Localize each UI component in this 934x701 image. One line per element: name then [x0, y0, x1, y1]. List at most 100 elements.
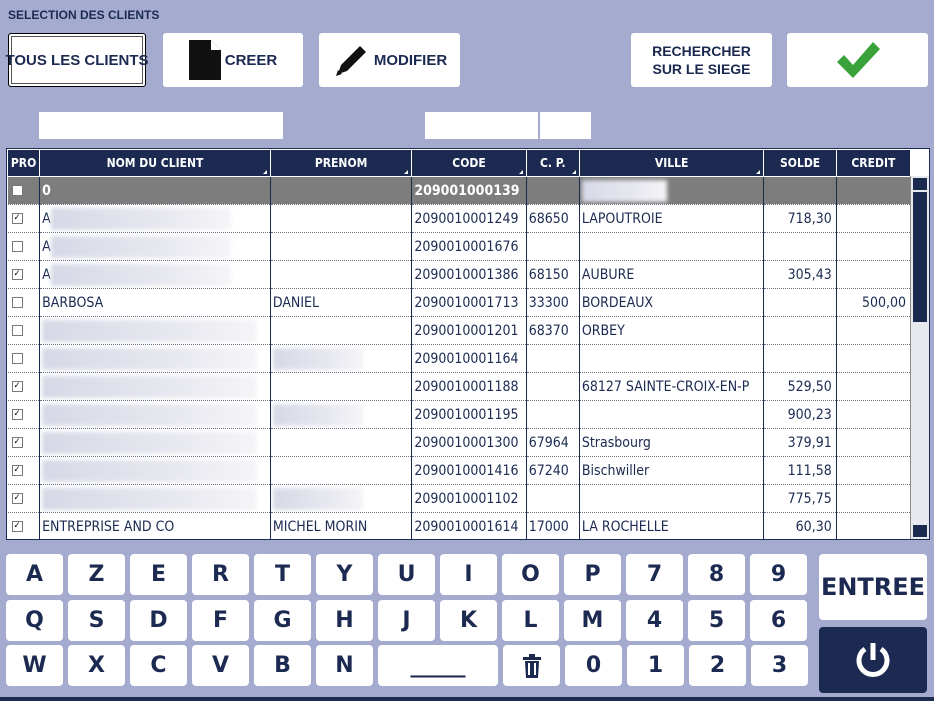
table-row[interactable]: ✓ A 2090010001249 68650 LAPOUTROIE 718,30: [7, 204, 912, 233]
code-filter-input[interactable]: [425, 112, 538, 139]
key-k[interactable]: K: [440, 600, 497, 641]
key-9[interactable]: 9: [750, 554, 807, 595]
row-checkbox[interactable]: ✓: [11, 213, 23, 224]
key-4[interactable]: 4: [626, 600, 683, 641]
row-checkbox[interactable]: ✓: [11, 381, 23, 392]
table-row[interactable]: ✓ 2090010001300 67964 Strasbourg 379,91: [7, 428, 912, 457]
row-checkbox[interactable]: [11, 325, 23, 336]
key-r[interactable]: R: [192, 554, 249, 595]
key-j[interactable]: J: [378, 600, 435, 641]
key-2[interactable]: 2: [689, 645, 746, 686]
row-checkbox[interactable]: [11, 185, 23, 196]
enter-key[interactable]: ENTREE: [819, 554, 927, 620]
cell-credit: [836, 316, 912, 345]
key-c[interactable]: C: [130, 645, 187, 686]
col-credit[interactable]: CREDIT: [835, 149, 912, 177]
row-checkbox[interactable]: [11, 297, 23, 308]
key-b[interactable]: B: [254, 645, 311, 686]
key-g[interactable]: G: [254, 600, 311, 641]
cell-ville: [579, 232, 765, 261]
clients-table[interactable]: PRO NOM DU CLIENT PRENOM CODE C. P. VILL…: [6, 148, 930, 540]
table-row[interactable]: ✓ 2090010001188 68127 SAINTE-CROIX-EN-P 529…: [7, 372, 912, 401]
row-checkbox[interactable]: ✓: [11, 493, 23, 504]
scroll-up-arrow[interactable]: [913, 178, 927, 190]
key-a[interactable]: A: [6, 554, 63, 595]
modify-button[interactable]: MODIFIER: [319, 33, 460, 87]
row-checkbox[interactable]: [11, 353, 23, 364]
cell-prenom: [270, 316, 413, 345]
redacted-text: [272, 347, 363, 370]
scroll-down-arrow[interactable]: [913, 525, 927, 537]
table-row[interactable]: ✓ A 2090010001386 68150 AUBURE 305,43: [7, 260, 912, 289]
validate-button[interactable]: [787, 33, 928, 87]
key-m[interactable]: M: [564, 600, 621, 641]
redacted-text: [50, 263, 231, 286]
table-row[interactable]: BARBOSA DANIEL 2090010001713 33300 BORDEAUX 5…: [7, 288, 912, 317]
table-row[interactable]: 0 209001000139: [7, 176, 912, 205]
table-row[interactable]: ✓ 2090010001102 775,75: [7, 484, 912, 513]
space-key[interactable]: _____: [378, 645, 498, 686]
table-row[interactable]: 2090010001164: [7, 344, 912, 373]
all-clients-button[interactable]: TOUS LES CLIENTS: [5, 33, 149, 87]
row-checkbox[interactable]: ✓: [11, 269, 23, 280]
col-solde[interactable]: SOLDE: [763, 149, 837, 177]
cell-cp: [526, 400, 580, 429]
key-d[interactable]: D: [130, 600, 187, 641]
cell-pro: ✓: [7, 204, 41, 233]
col-code[interactable]: CODE: [411, 149, 527, 177]
cell-ville: [579, 484, 765, 513]
row-checkbox[interactable]: ✓: [11, 409, 23, 420]
key-5[interactable]: 5: [688, 600, 745, 641]
table-row[interactable]: ✓ 2090010001416 67240 Bischwiller 111,58: [7, 456, 912, 485]
key-3[interactable]: 3: [751, 645, 808, 686]
key-u[interactable]: U: [378, 554, 435, 595]
key-i[interactable]: I: [440, 554, 497, 595]
col-nom[interactable]: NOM DU CLIENT: [39, 149, 271, 177]
search-siege-button[interactable]: RECHERCHER SUR LE SIEGE: [631, 33, 772, 87]
key-o[interactable]: O: [502, 554, 559, 595]
power-button[interactable]: [819, 627, 927, 693]
key-6[interactable]: 6: [750, 600, 807, 641]
cell-cp: 17000: [526, 512, 580, 539]
cp-filter-input[interactable]: [540, 112, 591, 139]
row-checkbox[interactable]: ✓: [11, 437, 23, 448]
cell-nom: A: [39, 260, 271, 289]
key-p[interactable]: P: [564, 554, 621, 595]
col-prenom[interactable]: PRENOM: [269, 149, 413, 177]
table-row[interactable]: 2090010001201 68370 ORBEY: [7, 316, 912, 345]
key-8[interactable]: 8: [688, 554, 745, 595]
name-filter-input[interactable]: [39, 112, 283, 139]
key-v[interactable]: V: [192, 645, 249, 686]
key-h[interactable]: H: [316, 600, 373, 641]
col-cp[interactable]: C. P.: [525, 149, 580, 177]
row-checkbox[interactable]: ✓: [11, 521, 23, 532]
key-y[interactable]: Y: [316, 554, 373, 595]
key-s[interactable]: S: [68, 600, 125, 641]
row-checkbox[interactable]: ✓: [11, 465, 23, 476]
table-row[interactable]: ✓ ENTREPRISE AND CO MICHEL MORIN 2090010001…: [7, 512, 912, 539]
key-e[interactable]: E: [130, 554, 187, 595]
cell-pro: ✓: [7, 400, 41, 429]
trash-key[interactable]: [503, 645, 560, 686]
col-ville[interactable]: VILLE: [578, 149, 765, 177]
key-t[interactable]: T: [254, 554, 311, 595]
redacted-text: [42, 319, 258, 342]
key-7[interactable]: 7: [626, 554, 683, 595]
table-scrollbar[interactable]: [910, 176, 929, 539]
row-checkbox[interactable]: [11, 241, 23, 252]
key-x[interactable]: X: [68, 645, 125, 686]
create-button[interactable]: CREER: [163, 33, 303, 87]
table-row[interactable]: A 2090010001676: [7, 232, 912, 261]
key-n[interactable]: N: [316, 645, 373, 686]
key-0[interactable]: 0: [565, 645, 622, 686]
key-l[interactable]: L: [502, 600, 559, 641]
cell-nom: A: [39, 232, 271, 261]
key-q[interactable]: Q: [6, 600, 63, 641]
col-pro[interactable]: PRO: [7, 149, 41, 177]
key-w[interactable]: W: [6, 645, 63, 686]
key-1[interactable]: 1: [627, 645, 684, 686]
key-z[interactable]: Z: [68, 554, 125, 595]
scroll-thumb[interactable]: [913, 192, 927, 322]
key-f[interactable]: F: [192, 600, 249, 641]
table-row[interactable]: ✓ 2090010001195 900,23: [7, 400, 912, 429]
